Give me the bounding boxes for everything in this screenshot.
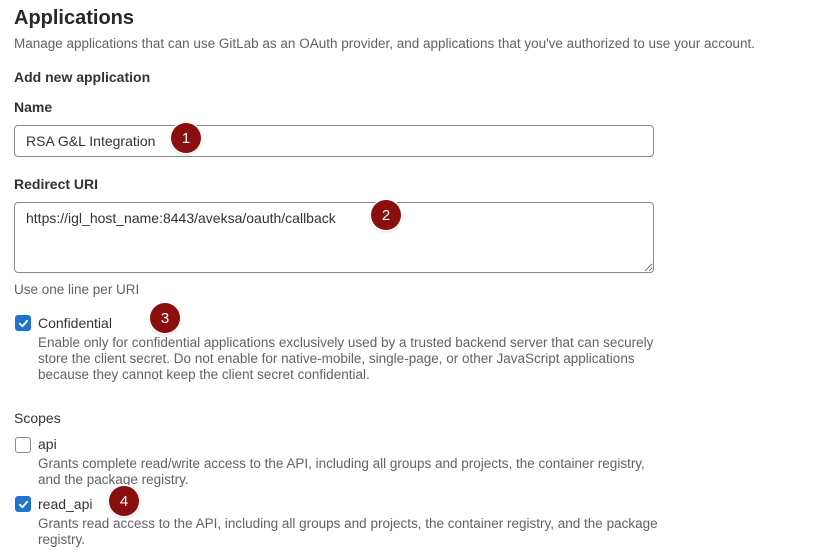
step-marker-4: 4 — [109, 486, 139, 516]
scope-api-checkbox[interactable] — [15, 437, 31, 453]
name-label: Name — [14, 99, 53, 115]
step-marker-1: 1 — [171, 123, 201, 153]
redirect-uri-textarea[interactable]: https://igl_host_name:8443/aveksa/oauth/… — [14, 202, 654, 273]
page-title: Applications — [14, 7, 135, 29]
scope-read-api-label[interactable]: read_api — [38, 496, 93, 512]
confidential-label[interactable]: Confidential — [38, 315, 112, 331]
scope-api-help: Grants complete read/write access to the… — [38, 456, 645, 487]
check-icon — [18, 319, 28, 327]
step-marker-3: 3 — [150, 303, 180, 333]
scope-read-api-help: Grants read access to the API, including… — [38, 516, 658, 547]
name-input[interactable] — [14, 125, 654, 157]
page-description: Manage applications that can use GitLab … — [14, 36, 756, 51]
check-icon — [18, 500, 28, 508]
scope-api-label[interactable]: api — [38, 436, 57, 452]
scope-read-api-checkbox[interactable] — [15, 496, 31, 512]
scopes-title: Scopes — [14, 410, 61, 426]
confidential-checkbox[interactable] — [15, 315, 31, 331]
confidential-help: Enable only for confidential application… — [38, 335, 654, 382]
redirect-uri-help: Use one line per URI — [14, 282, 140, 297]
step-marker-2: 2 — [371, 200, 401, 230]
redirect-uri-label: Redirect URI — [14, 176, 99, 192]
section-title-add-application: Add new application — [14, 69, 151, 85]
